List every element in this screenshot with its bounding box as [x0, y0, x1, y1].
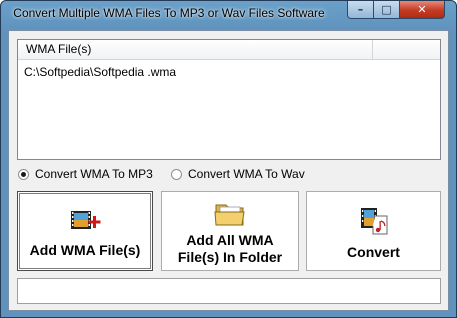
convert-button[interactable]: Convert	[306, 191, 441, 271]
radio-wav[interactable]: Convert WMA To Wav	[171, 167, 305, 181]
add-folder-label-line1: Add All WMA	[186, 232, 274, 248]
minimize-icon: –	[357, 3, 364, 16]
close-button[interactable]: ✕	[399, 1, 445, 19]
add-files-label: Add WMA File(s)	[29, 242, 141, 258]
column-header-blank[interactable]	[373, 40, 440, 59]
app-window: Convert Multiple WMA Files To MP3 or Wav…	[0, 0, 457, 318]
list-item[interactable]: C:\Softpedia\Softpedia .wma	[24, 65, 176, 79]
minimize-button[interactable]: –	[347, 1, 374, 19]
maximize-icon: □	[381, 3, 392, 16]
maximize-button[interactable]: □	[373, 1, 400, 19]
title-bar[interactable]: Convert Multiple WMA Files To MP3 or Wav…	[1, 1, 456, 25]
convert-label: Convert	[347, 244, 400, 260]
column-header-wma-files[interactable]: WMA File(s)	[18, 40, 373, 59]
list-header: WMA File(s)	[18, 40, 440, 60]
radio-mp3-indicator[interactable]	[18, 168, 29, 180]
file-list[interactable]: WMA File(s) C:\Softpedia\Softpedia .wma	[17, 39, 441, 160]
close-icon: ✕	[417, 3, 427, 16]
client-area: WMA File(s) C:\Softpedia\Softpedia .wma …	[8, 30, 449, 311]
convert-icon	[360, 208, 387, 235]
radio-mp3-label: Convert WMA To MP3	[35, 167, 153, 181]
add-folder-button[interactable]: Add All WMA File(s) In Folder	[161, 191, 299, 271]
radio-wav-indicator[interactable]	[171, 168, 182, 180]
status-bar	[17, 278, 441, 304]
add-folder-label-line2: File(s) In Folder	[177, 249, 283, 265]
add-files-button[interactable]: Add WMA File(s)	[17, 191, 153, 271]
film-add-icon	[71, 211, 101, 229]
radio-mp3[interactable]: Convert WMA To MP3	[18, 167, 153, 181]
radio-wav-label: Convert WMA To Wav	[188, 167, 305, 181]
folder-icon	[214, 204, 245, 226]
window-title: Convert Multiple WMA Files To MP3 or Wav…	[13, 6, 325, 20]
